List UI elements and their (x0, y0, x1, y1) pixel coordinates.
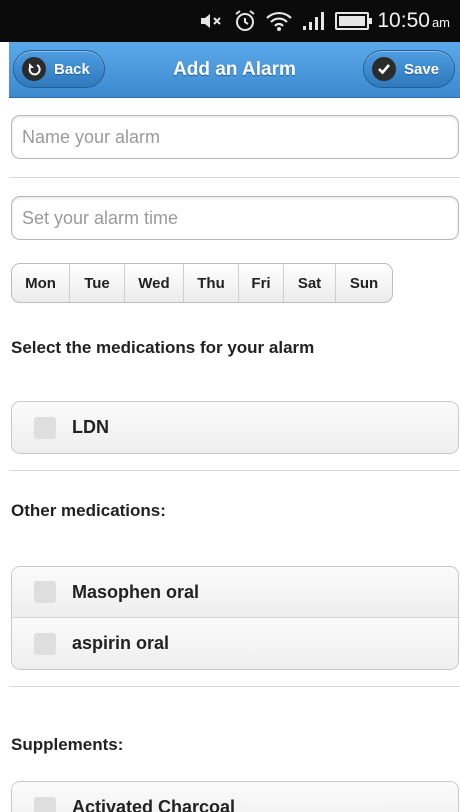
day-tue[interactable]: Tue (70, 264, 125, 302)
save-button-label: Save (404, 60, 440, 78)
back-button-label: Back (54, 60, 90, 78)
divider (9, 177, 460, 178)
status-time: 10:50 am (377, 9, 450, 32)
status-bar: 10:50 am (0, 0, 460, 42)
weekday-selector: Mon Tue Wed Thu Fri Sat Sun (11, 263, 393, 303)
battery-icon (335, 12, 373, 30)
medication-aspirin-oral[interactable]: aspirin oral (12, 618, 458, 669)
medications-list: LDN (11, 401, 459, 454)
wifi-icon (265, 10, 293, 32)
day-sat[interactable]: Sat (284, 264, 336, 302)
divider (9, 470, 460, 471)
day-mon[interactable]: Mon (12, 264, 70, 302)
supplement-activated-charcoal[interactable]: Activated Charcoal (12, 782, 458, 812)
back-button[interactable]: Back (13, 50, 105, 88)
alarm-clock-icon (233, 9, 257, 33)
medication-label: LDN (72, 417, 109, 437)
save-button[interactable]: Save (363, 50, 455, 88)
medication-ldn[interactable]: LDN (12, 402, 458, 453)
back-arrow-icon (22, 57, 46, 81)
day-fri[interactable]: Fri (239, 264, 284, 302)
supplement-label: Activated Charcoal (72, 797, 236, 812)
other-medications-heading: Other medications: (11, 501, 166, 520)
header-bar: Add an Alarm Back Save (9, 42, 460, 98)
medication-masophen-oral[interactable]: Masophen oral (12, 567, 458, 618)
checkbox[interactable] (34, 581, 56, 603)
day-wed[interactable]: Wed (125, 264, 184, 302)
speaker-muted-icon (199, 11, 225, 31)
checkbox[interactable] (34, 416, 56, 439)
alarm-time-input[interactable] (11, 196, 459, 240)
checkbox[interactable] (34, 796, 56, 812)
medication-label: Masophen oral (72, 581, 200, 602)
divider (9, 686, 460, 687)
supplements-heading: Supplements: (11, 735, 124, 754)
main-content: Mon Tue Wed Thu Fri Sat Sun Select the m… (9, 98, 460, 812)
other-medications-list: Masophen oral aspirin oral (11, 566, 459, 670)
day-thu[interactable]: Thu (184, 264, 239, 302)
medications-heading: Select the medications for your alarm (11, 338, 315, 357)
checkbox[interactable] (34, 632, 56, 655)
signal-icon (301, 11, 327, 31)
day-sun[interactable]: Sun (336, 264, 392, 302)
medication-label: aspirin oral (72, 633, 170, 653)
supplements-list: Activated Charcoal (11, 781, 459, 812)
alarm-name-input[interactable] (11, 115, 459, 159)
checkmark-icon (372, 57, 396, 81)
